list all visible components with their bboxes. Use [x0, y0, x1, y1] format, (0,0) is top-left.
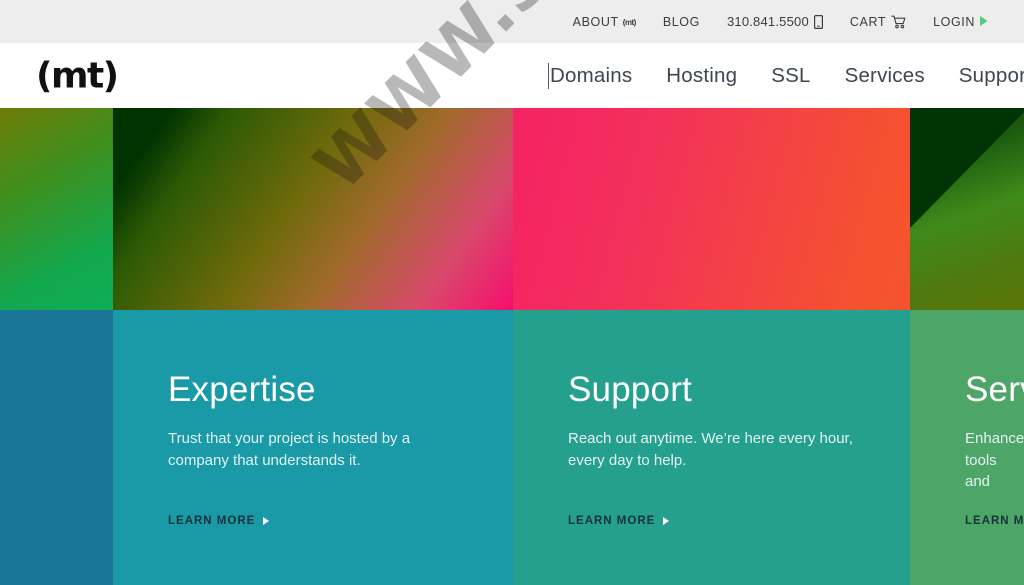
hero-dark-corner — [910, 108, 1024, 228]
feature-card-services[interactable]: Serv Enhance tools and LEARN MOR — [910, 310, 1024, 585]
learn-more-link[interactable]: LEARN MORE — [168, 515, 270, 527]
feature-card-description: Enhance tools and — [965, 430, 1024, 490]
utility-link-blog[interactable]: BLOG — [663, 15, 700, 29]
hero-image-band — [0, 108, 1024, 310]
feature-card-expertise[interactable]: Expertise Trust that your project is hos… — [113, 310, 513, 585]
feature-card-partial-left[interactable]: solutions — [0, 310, 113, 585]
nav-item-domains[interactable]: Domains — [550, 64, 632, 88]
feature-card-description: Trust that your project is hosted by a c… — [168, 430, 411, 469]
nav-item-hosting[interactable]: Hosting — [666, 64, 737, 88]
site-logo[interactable]: (mt) — [36, 55, 119, 96]
feature-card-description: solutions — [0, 424, 102, 446]
text-cursor-caret — [548, 62, 549, 89]
hero-panel-pink-sunset — [513, 108, 910, 310]
arrow-right-icon — [663, 517, 670, 525]
utility-link-login-label: LOGIN — [933, 14, 975, 29]
utility-phone-number: 310.841.5500 — [726, 14, 809, 29]
utility-link-about-label: ABOUT — [572, 14, 619, 29]
shopping-cart-icon — [891, 15, 906, 29]
learn-more-label: LEARN MORE — [168, 515, 256, 527]
hero-panel-green-gradient — [0, 108, 113, 310]
utility-link-cart-label: CART — [849, 14, 887, 29]
feature-card-title: Expertise — [168, 370, 316, 409]
utility-bar: ABOUT (mt) BLOG 310.841.5500 CART LOGIN — [0, 0, 1024, 43]
feature-card-description: Reach out anytime. We’re here every hour… — [568, 430, 853, 469]
utility-link-blog-label: BLOG — [662, 14, 700, 29]
utility-link-about[interactable]: ABOUT (mt) — [572, 14, 637, 29]
utility-link-phone[interactable]: 310.841.5500 — [727, 14, 823, 29]
hero-panel-green-corner — [910, 108, 1024, 310]
learn-more-label: LEARN MOR — [965, 515, 1024, 527]
feature-card-title: Serv — [965, 370, 1024, 409]
arrow-right-icon — [263, 517, 270, 525]
feature-card-support[interactable]: Support Reach out anytime. We’re here ev… — [513, 310, 910, 585]
arrow-right-icon — [980, 15, 988, 29]
main-header: (mt) Domains Hosting SSL Services Suppor… — [0, 43, 1024, 108]
nav-item-ssl[interactable]: SSL — [771, 64, 810, 88]
page-root: ABOUT (mt) BLOG 310.841.5500 CART LOGIN … — [0, 0, 1024, 585]
nav-item-support[interactable]: Support — [959, 64, 1024, 88]
feature-cards-row: solutions Expertise Trust that your proj… — [0, 310, 1024, 585]
mt-logo-mini-icon: (mt) — [622, 18, 637, 27]
hero-panel-green-pink-gradient — [113, 108, 513, 310]
main-navigation: Domains Hosting SSL Services Support — [548, 43, 1024, 108]
utility-link-login[interactable]: LOGIN — [933, 15, 988, 29]
mobile-phone-icon — [813, 14, 823, 29]
nav-item-services[interactable]: Services — [845, 64, 925, 88]
learn-more-link[interactable]: LEARN MORE — [568, 515, 670, 527]
hero-sunset-curve — [513, 108, 910, 310]
feature-card-title: Support — [568, 370, 692, 409]
learn-more-label: LEARN MORE — [568, 515, 656, 527]
utility-link-cart[interactable]: CART — [850, 15, 906, 29]
learn-more-link[interactable]: LEARN MOR — [965, 515, 1024, 527]
